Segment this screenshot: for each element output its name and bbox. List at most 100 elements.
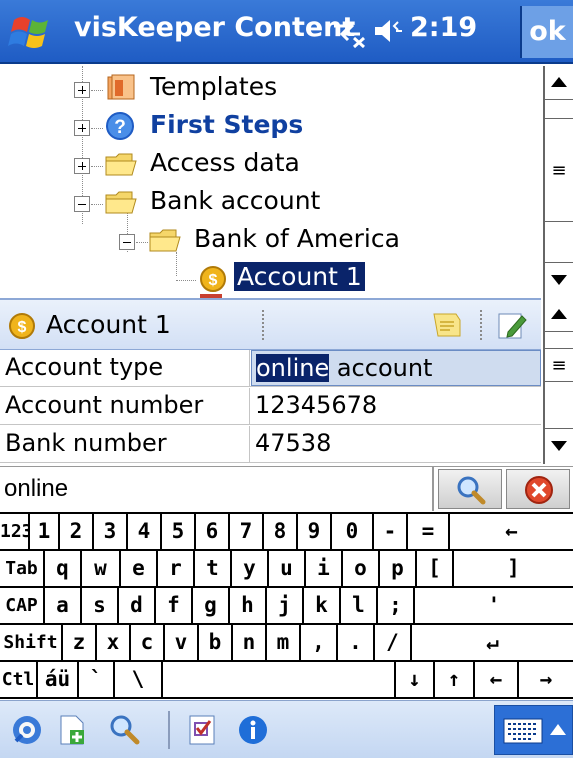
checklist-icon[interactable] — [186, 713, 220, 747]
scroll-thumb[interactable]: ≡ — [545, 118, 573, 222]
keyboard-key[interactable]: áü — [38, 662, 79, 697]
keyboard-key[interactable]: o — [343, 551, 380, 586]
windows-start-icon[interactable] — [8, 12, 58, 54]
keyboard-key[interactable]: u — [269, 551, 306, 586]
scroll-down-button[interactable] — [545, 262, 573, 296]
expand-plus-icon[interactable] — [74, 158, 90, 174]
keyboard-key[interactable]: k — [304, 588, 341, 623]
keyboard-key[interactable]: q — [45, 551, 82, 586]
keyboard-key[interactable]: ↵ — [412, 625, 573, 660]
keyboard-key[interactable]: c — [131, 625, 165, 660]
keyboard-key[interactable]: v — [165, 625, 199, 660]
keyboard-key[interactable]: Ctl — [0, 662, 38, 697]
keyboard-key[interactable]: l — [341, 588, 378, 623]
keyboard-key[interactable]: ↓ — [396, 662, 435, 697]
keyboard-key[interactable]: i — [306, 551, 343, 586]
keyboard-key[interactable]: ← — [475, 662, 519, 697]
expand-plus-icon[interactable] — [74, 120, 90, 136]
keyboard-key[interactable]: , — [301, 625, 338, 660]
property-row[interactable]: Bank number 47538 — [0, 426, 541, 463]
keyboard-key[interactable]: t — [195, 551, 232, 586]
tree-scrollbar[interactable]: ≡ — [543, 66, 573, 298]
keyboard-key[interactable]: 5 — [162, 514, 196, 549]
scroll-down-button[interactable] — [545, 428, 573, 462]
keyboard-key[interactable]: f — [156, 588, 193, 623]
edit-icon[interactable] — [496, 310, 528, 340]
keyboard-key[interactable]: 3 — [94, 514, 128, 549]
search-button[interactable] — [438, 469, 502, 509]
keyboard-key[interactable]: . — [338, 625, 375, 660]
keyboard-key[interactable]: j — [267, 588, 304, 623]
keyboard-key[interactable]: m — [267, 625, 301, 660]
volume-icon[interactable] — [372, 16, 406, 46]
keyboard-key[interactable]: 9 — [298, 514, 332, 549]
keyboard-key[interactable]: CAP — [0, 588, 45, 623]
keyboard-key[interactable]: a — [45, 588, 82, 623]
keyboard-key[interactable]: [ — [417, 551, 454, 586]
keyboard-key[interactable]: \ — [115, 662, 163, 697]
keyboard-key[interactable]: h — [230, 588, 267, 623]
keyboard-key[interactable]: ] — [454, 551, 573, 586]
keyboard-key[interactable]: 2 — [60, 514, 94, 549]
scroll-thumb[interactable]: ≡ — [545, 348, 573, 382]
keyboard-key[interactable]: s — [82, 588, 119, 623]
keyboard-key[interactable]: w — [82, 551, 121, 586]
tree-item-bank-of-america[interactable]: Bank of America — [0, 222, 541, 260]
collapse-minus-icon[interactable] — [74, 196, 90, 212]
expand-plus-icon[interactable] — [74, 82, 90, 98]
keyboard-key[interactable]: 0 — [332, 514, 374, 549]
clear-button[interactable] — [506, 469, 570, 509]
add-document-icon[interactable] — [56, 713, 90, 747]
keyboard-key[interactable]: b — [199, 625, 233, 660]
keyboard-key[interactable]: g — [193, 588, 230, 623]
note-icon[interactable] — [430, 310, 464, 340]
info-icon[interactable] — [236, 713, 270, 747]
keyboard-key[interactable]: d — [119, 588, 156, 623]
keyboard-key[interactable]: 123 — [0, 514, 30, 549]
property-value[interactable]: 12345678 — [251, 388, 541, 424]
keyboard-key[interactable]: 7 — [230, 514, 264, 549]
keyboard-key[interactable]: ' — [415, 588, 573, 623]
keyboard-key[interactable]: → — [519, 662, 573, 697]
tree-item-access-data[interactable]: Access data — [0, 146, 541, 184]
clock[interactable]: 2:19 — [410, 12, 477, 43]
keyboard-key[interactable]: ` — [79, 662, 115, 697]
keyboard-key-space[interactable] — [163, 662, 396, 697]
tree-item-bank-account[interactable]: Bank account — [0, 184, 541, 222]
keyboard-key[interactable]: 6 — [196, 514, 230, 549]
connectivity-icon[interactable] — [330, 14, 366, 48]
keyboard-key[interactable]: = — [408, 514, 450, 549]
scroll-up-button[interactable] — [545, 66, 573, 100]
keyboard-key[interactable]: 4 — [128, 514, 162, 549]
keyboard-key[interactable]: e — [121, 551, 158, 586]
keyboard-key[interactable]: x — [97, 625, 131, 660]
keyboard-key[interactable]: r — [158, 551, 195, 586]
property-value-editor[interactable]: online account — [251, 350, 541, 386]
keyboard-key[interactable]: 8 — [264, 514, 298, 549]
keyboard-key[interactable]: n — [233, 625, 267, 660]
keyboard-key[interactable]: ← — [450, 514, 573, 549]
search-input[interactable] — [0, 467, 434, 511]
ok-button[interactable]: ok — [520, 6, 573, 58]
collapse-minus-icon[interactable] — [119, 234, 135, 250]
keyboard-key[interactable]: - — [374, 514, 408, 549]
tree-item-first-steps[interactable]: ? First Steps — [0, 108, 541, 146]
detail-scrollbar[interactable]: ≡ — [543, 298, 573, 464]
property-row[interactable]: Account type online account — [0, 350, 541, 387]
tree-item-templates[interactable]: Templates — [0, 70, 541, 108]
keyboard-key[interactable]: ↑ — [435, 662, 475, 697]
keyboard-key[interactable]: y — [232, 551, 269, 586]
tree-item-account-1[interactable]: $ Account 1 — [0, 260, 541, 298]
sync-icon[interactable] — [10, 713, 44, 747]
keyboard-key[interactable]: 1 — [30, 514, 60, 549]
property-value[interactable]: 47538 — [251, 426, 541, 462]
property-row[interactable]: Account number 12345678 — [0, 388, 541, 425]
keyboard-key[interactable]: z — [63, 625, 97, 660]
search-icon[interactable] — [108, 713, 142, 747]
keyboard-key[interactable]: / — [375, 625, 412, 660]
keyboard-key[interactable]: Tab — [0, 551, 45, 586]
input-panel-toggle[interactable] — [494, 705, 573, 755]
keyboard-key[interactable]: Shift — [0, 625, 63, 660]
keyboard-key[interactable]: p — [380, 551, 417, 586]
keyboard-key[interactable]: ; — [378, 588, 415, 623]
